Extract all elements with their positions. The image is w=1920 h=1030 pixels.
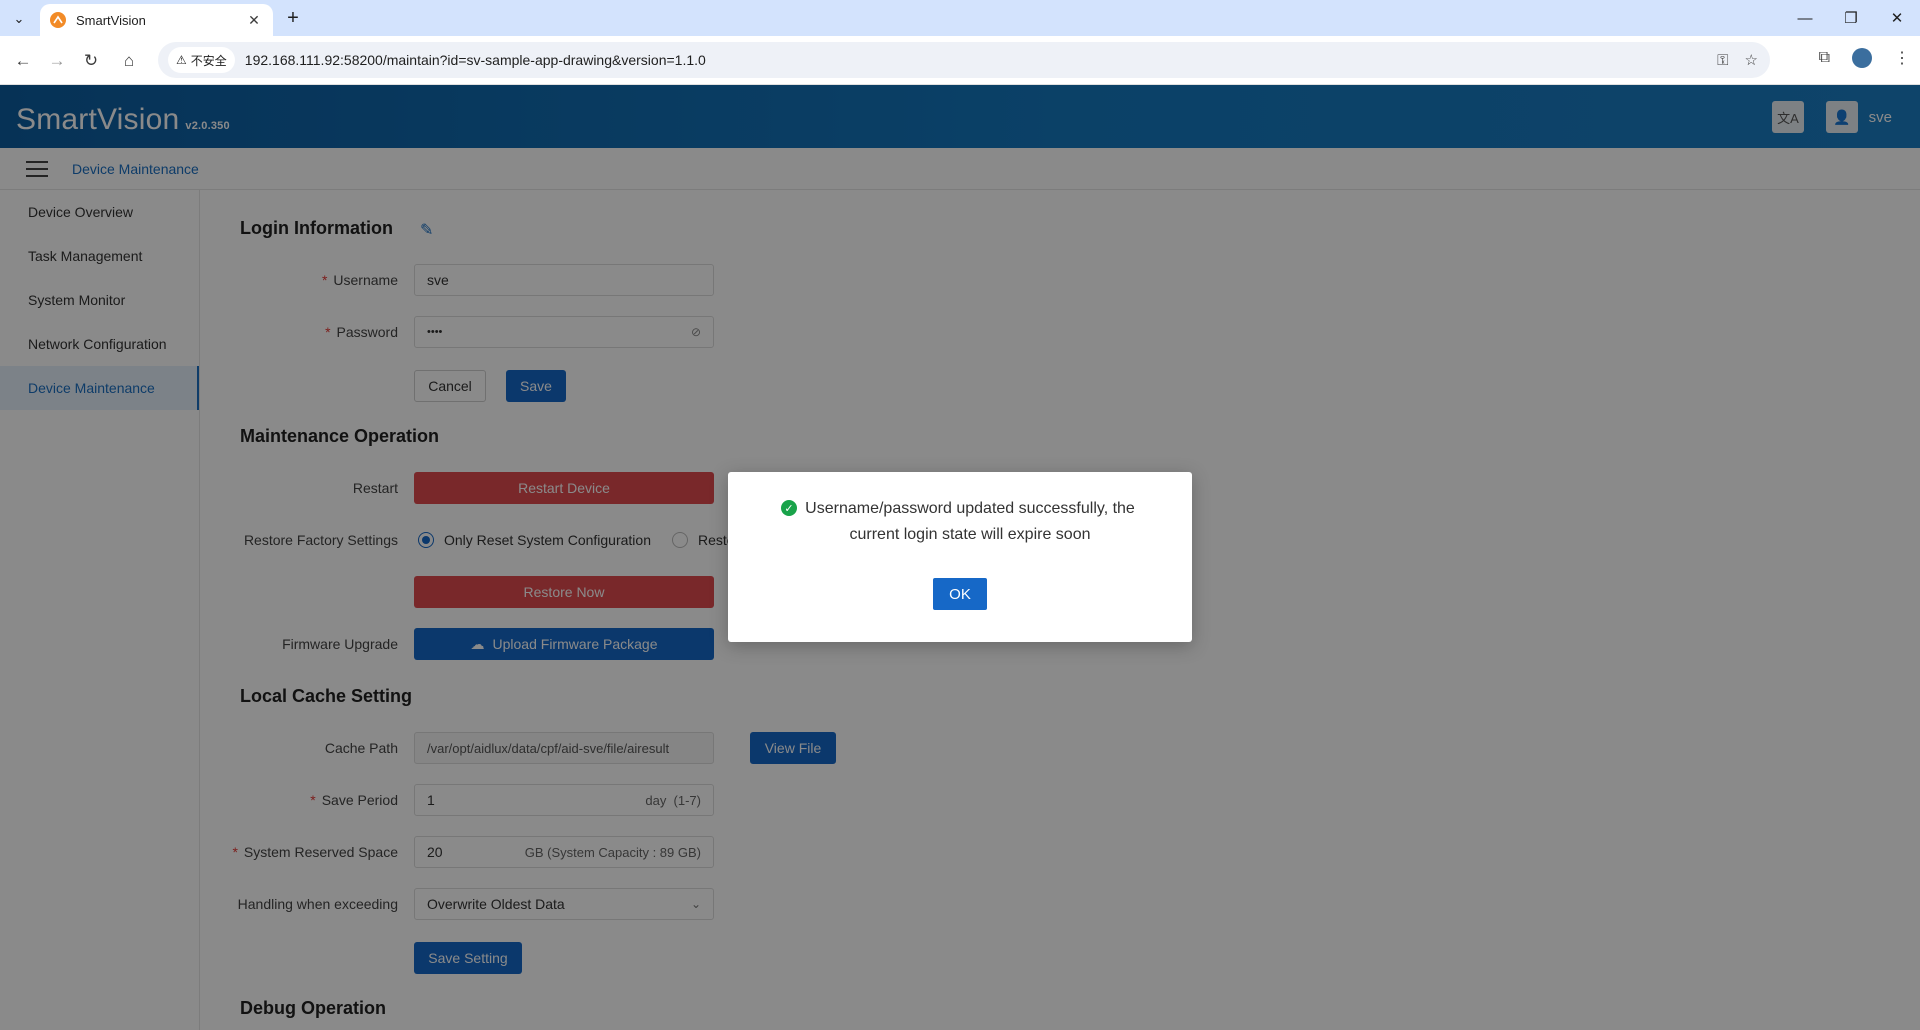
minimize-button[interactable]: — bbox=[1782, 0, 1828, 36]
extensions-icon[interactable]: ⧉ bbox=[1819, 49, 1830, 67]
url-text[interactable]: 192.168.111.92:58200/maintain?id=sv-samp… bbox=[245, 52, 706, 68]
smartvision-favicon-icon bbox=[50, 12, 66, 28]
reload-icon[interactable]: ↻ bbox=[78, 48, 104, 74]
profile-avatar-icon[interactable] bbox=[1852, 48, 1872, 68]
close-window-button[interactable]: ✕ bbox=[1874, 0, 1920, 36]
browser-toolbar: ← → ↻ ⌂ ⚠ 不安全 192.168.111.92:58200/maint… bbox=[0, 36, 1920, 85]
forward-icon[interactable]: → bbox=[44, 48, 70, 74]
ok-button[interactable]: OK bbox=[933, 578, 987, 610]
dialog-message: Username/password updated successfully, … bbox=[805, 500, 1135, 543]
home-icon[interactable]: ⌂ bbox=[116, 48, 142, 74]
bookmark-star-icon[interactable]: ☆ bbox=[1745, 51, 1758, 69]
new-tab-button[interactable]: + bbox=[282, 7, 304, 29]
browser-tab-strip: ⌄ SmartVision ✕ + — ❐ ✕ bbox=[0, 0, 1920, 36]
security-label: 不安全 bbox=[190, 53, 227, 68]
tab-close-icon[interactable]: ✕ bbox=[245, 12, 263, 29]
warning-icon: ⚠ bbox=[176, 53, 187, 67]
security-indicator[interactable]: ⚠ 不安全 bbox=[168, 47, 235, 73]
restore-button[interactable]: ❐ bbox=[1828, 0, 1874, 36]
password-key-icon[interactable]: ⚿ bbox=[1717, 52, 1728, 69]
address-bar[interactable]: ⚠ 不安全 192.168.111.92:58200/maintain?id=s… bbox=[158, 42, 1770, 78]
browser-tab[interactable]: SmartVision ✕ bbox=[40, 4, 273, 36]
browser-menu-icon[interactable]: ⋮ bbox=[1894, 48, 1910, 68]
tab-search-chevron-icon[interactable]: ⌄ bbox=[8, 8, 30, 30]
success-dialog: ✓ Username/password updated successfully… bbox=[728, 472, 1192, 642]
back-icon[interactable]: ← bbox=[10, 48, 36, 74]
tab-title: SmartVision bbox=[76, 12, 146, 28]
